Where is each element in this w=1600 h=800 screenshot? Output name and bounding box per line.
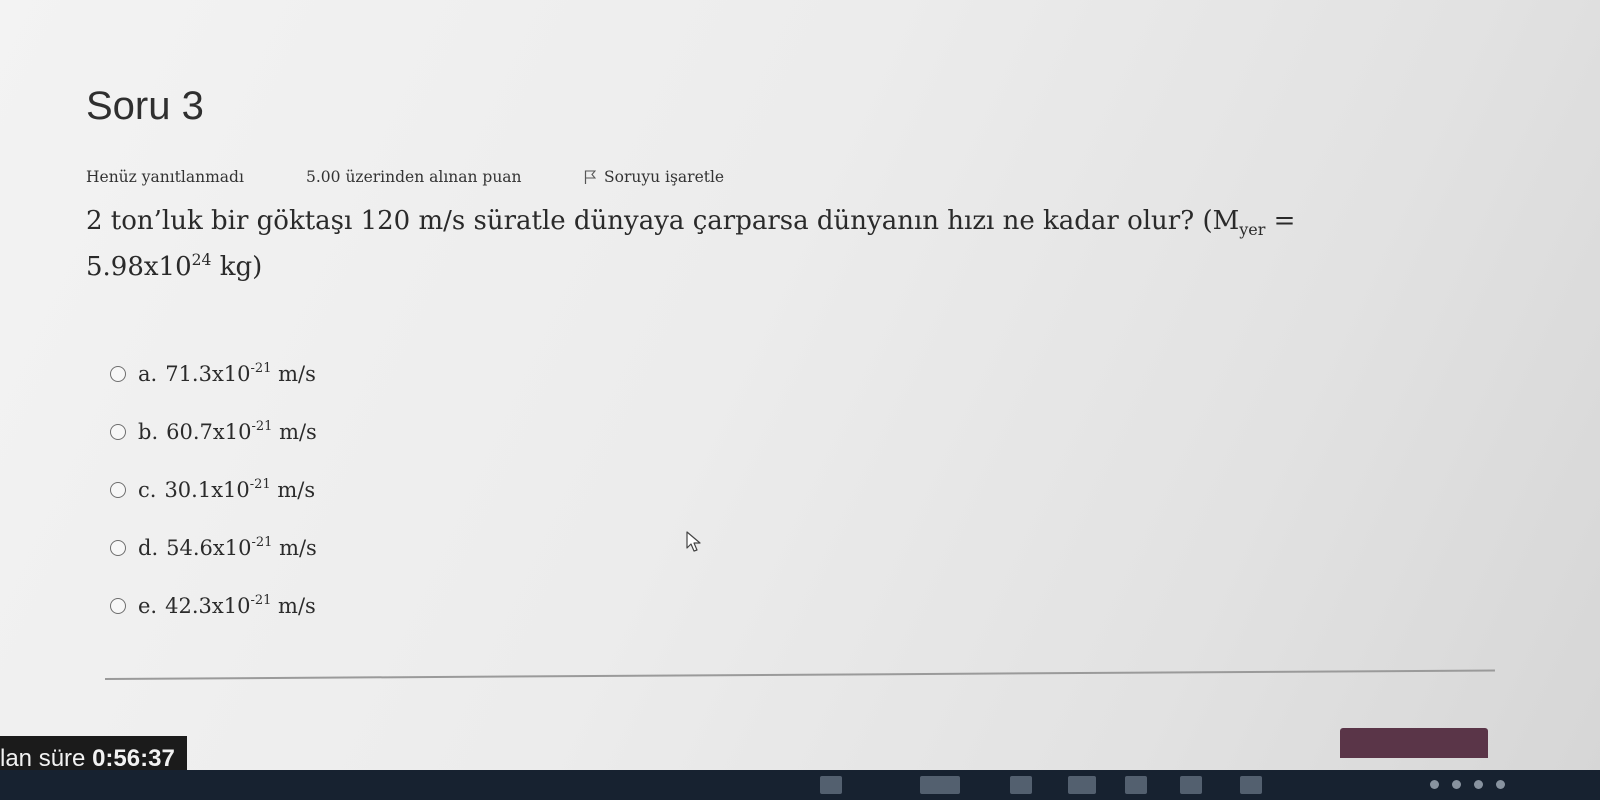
answer-letter: c. <box>138 478 157 502</box>
tray-icon[interactable] <box>1474 780 1483 789</box>
quiz-page: Soru 3 Henüz yanıtlanmadı 5.00 üzerinden… <box>0 0 1600 800</box>
answer-unit: m/s <box>270 478 316 502</box>
answer-exponent: -21 <box>251 419 273 434</box>
radio-unchecked-icon[interactable] <box>110 540 126 556</box>
radio-unchecked-icon[interactable] <box>110 366 126 382</box>
answer-base: 30.1x10 <box>164 478 250 502</box>
answer-base: 60.7x10 <box>166 420 252 444</box>
answer-option-c[interactable]: c. 30.1x10-21 m/s <box>110 470 315 510</box>
question-text-main: 2 ton’luk bir göktaşı 120 m/s süratle dü… <box>86 206 1240 236</box>
answer-unit: m/s <box>271 362 316 386</box>
question-text-equals: = <box>1265 206 1296 236</box>
flag-question-link[interactable]: Soruyu işaretle <box>584 168 724 186</box>
answer-option-b[interactable]: b. 60.7x10-21 m/s <box>110 412 317 452</box>
answer-option-a[interactable]: a. 71.3x10-21 m/s <box>110 354 316 394</box>
answer-text: 42.3x10-21 m/s <box>165 594 316 618</box>
answer-exponent: -21 <box>250 593 272 608</box>
radio-unchecked-icon[interactable] <box>110 598 126 614</box>
answer-text: 60.7x10-21 m/s <box>166 420 317 444</box>
question-title: Soru 3 <box>86 84 204 128</box>
remaining-time-label: lan süre <box>0 745 93 772</box>
answer-unit: m/s <box>272 420 317 444</box>
answer-text: 71.3x10-21 m/s <box>165 362 316 386</box>
answer-text: 30.1x10-21 m/s <box>164 478 315 502</box>
answer-letter: d. <box>138 536 159 560</box>
taskbar-app-icon[interactable] <box>920 776 960 794</box>
earth-mass-exponent: 24 <box>191 251 212 269</box>
next-page-button[interactable] <box>1340 728 1488 758</box>
tray-icon[interactable] <box>1452 780 1461 789</box>
taskbar-app-icon[interactable] <box>1125 776 1147 794</box>
taskbar-app-icon[interactable] <box>1180 776 1202 794</box>
answer-unit: m/s <box>272 536 317 560</box>
remaining-time-value: 0:56:37 <box>92 745 175 772</box>
taskbar-app-icon[interactable] <box>1068 776 1096 794</box>
tray-icon[interactable] <box>1430 780 1439 789</box>
answer-base: 54.6x10 <box>166 536 252 560</box>
answer-letter: e. <box>138 594 158 618</box>
answer-exponent: -21 <box>250 361 272 376</box>
answer-base: 42.3x10 <box>165 594 251 618</box>
taskbar-app-icon[interactable] <box>1240 776 1262 794</box>
os-taskbar <box>0 770 1600 800</box>
mouse-pointer-icon <box>686 531 701 552</box>
answer-option-e[interactable]: e. 42.3x10-21 m/s <box>110 586 316 626</box>
answer-text: 54.6x10-21 m/s <box>166 536 317 560</box>
answer-exponent: -21 <box>249 477 271 492</box>
taskbar-app-icon[interactable] <box>1010 776 1032 794</box>
taskbar-app-icon[interactable] <box>820 776 842 794</box>
question-points: 5.00 üzerinden alınan puan <box>306 168 522 186</box>
radio-unchecked-icon[interactable] <box>110 424 126 440</box>
answer-letter: b. <box>138 420 159 444</box>
question-status: Henüz yanıtlanmadı <box>86 168 244 186</box>
radio-unchecked-icon[interactable] <box>110 482 126 498</box>
flag-question-label: Soruyu işaretle <box>604 168 725 186</box>
answer-option-d[interactable]: d. 54.6x10-21 m/s <box>110 528 317 568</box>
question-text: 2 ton’luk bir göktaşı 120 m/s süratle dü… <box>86 198 1526 290</box>
earth-mass-unit: kg) <box>211 252 263 282</box>
answer-letter: a. <box>138 362 158 386</box>
section-divider <box>104 669 1495 680</box>
earth-mass-base: 5.98x10 <box>86 252 192 282</box>
flag-icon <box>584 170 596 184</box>
tray-icon[interactable] <box>1496 780 1505 789</box>
answer-unit: m/s <box>271 594 316 618</box>
answer-exponent: -21 <box>251 535 273 550</box>
answer-base: 71.3x10 <box>165 362 251 386</box>
question-text-subscript: yer <box>1239 220 1266 239</box>
